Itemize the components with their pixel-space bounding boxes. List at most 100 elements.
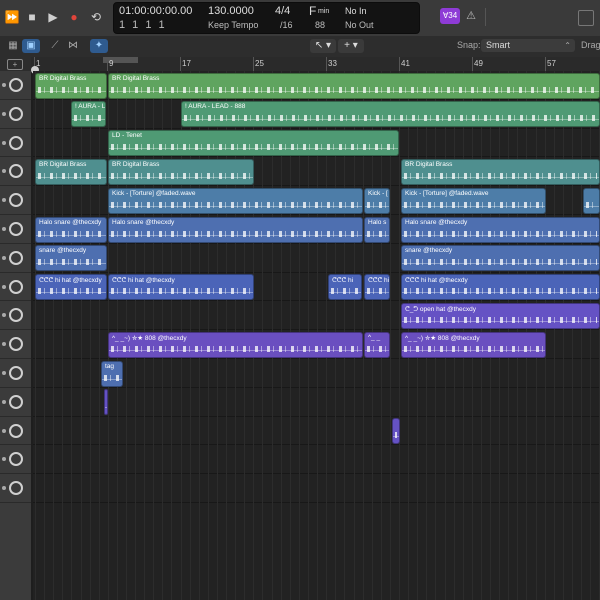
region[interactable]: ᕦ_ᕤ open hat @thecxdy xyxy=(401,302,600,329)
record-icon[interactable]: ● xyxy=(66,9,82,25)
flex-icon[interactable]: ⋈ xyxy=(64,39,82,53)
track-header[interactable] xyxy=(0,71,31,100)
bar-ruler[interactable]: 1 9 17 25 33 41 49 57 xyxy=(31,57,600,72)
volume-knob-icon[interactable] xyxy=(2,135,23,150)
region[interactable]: Halo snare @thecxdy xyxy=(35,216,107,243)
chevron-updown-icon: ⌃ xyxy=(564,41,571,50)
track-header[interactable] xyxy=(0,273,31,302)
region[interactable] xyxy=(104,389,108,416)
region-baseline xyxy=(402,205,545,207)
track-header[interactable] xyxy=(0,445,31,475)
tracks-view-icon[interactable]: ▣ xyxy=(22,39,40,53)
region[interactable]: BR Digital Brass xyxy=(108,72,600,99)
region[interactable]: snare @thecxdy xyxy=(35,245,107,272)
region-baseline xyxy=(402,349,545,351)
volume-knob-icon[interactable] xyxy=(2,366,23,380)
region-content xyxy=(404,259,597,266)
add-track-icon[interactable]: + xyxy=(7,59,23,70)
volume-knob-icon[interactable] xyxy=(2,337,23,352)
region[interactable] xyxy=(392,418,400,445)
region[interactable]: snare @thecxdy xyxy=(401,245,600,272)
region[interactable]: tag xyxy=(101,360,123,387)
region-baseline xyxy=(584,205,599,207)
region[interactable]: Halo snare @thecxdy xyxy=(401,216,600,243)
region[interactable]: ᕦᕦᕦ hi xyxy=(328,274,362,301)
volume-knob-icon[interactable] xyxy=(2,308,23,323)
region-baseline xyxy=(109,234,362,236)
region[interactable]: BR Digital Brass xyxy=(401,158,600,185)
track-header[interactable] xyxy=(0,330,31,359)
track-header[interactable] xyxy=(0,157,31,187)
ruler-marker: 25 xyxy=(255,59,264,68)
tracks-area[interactable]: BR Digital Brass BR Digital Brass ! AURA -… xyxy=(33,71,600,600)
track-header[interactable] xyxy=(0,129,31,158)
ruler-marker: 49 xyxy=(474,59,483,68)
volume-knob-icon[interactable] xyxy=(2,106,23,121)
track-header[interactable] xyxy=(0,359,31,388)
volume-knob-icon[interactable] xyxy=(2,279,23,294)
volume-knob-icon[interactable] xyxy=(2,394,23,409)
track-header[interactable] xyxy=(0,474,31,503)
track-header[interactable] xyxy=(0,215,31,244)
volume-knob-icon[interactable] xyxy=(2,193,23,208)
volume-knob-icon[interactable] xyxy=(2,250,23,265)
region-content xyxy=(404,316,597,323)
ruler-tick xyxy=(326,57,327,71)
region[interactable]: Kick - [Torture] @faded.wave xyxy=(401,187,546,214)
volume-knob-icon[interactable] xyxy=(2,452,23,467)
track-header[interactable] xyxy=(0,244,31,273)
region-name: ᕦᕦᕦ hi hat @thecxdy xyxy=(112,277,175,285)
region[interactable]: Halo snare @thecxdy xyxy=(108,216,363,243)
region[interactable]: ^_ _~) ✮★ 808 @thecxdy xyxy=(401,331,546,358)
region[interactable]: ᕦᕦᕦ hi hat @thecxdy xyxy=(401,274,600,301)
region-content xyxy=(367,345,387,352)
lcd-display[interactable]: 01:00:00:00.00 1 1 1 1 130.0000 Keep Tem… xyxy=(113,2,420,34)
region-baseline xyxy=(329,292,361,294)
volume-knob-icon[interactable] xyxy=(2,222,23,236)
snap-value: Smart xyxy=(486,40,511,50)
ruler-tick xyxy=(545,57,546,71)
cycle-icon[interactable]: ⟲ xyxy=(88,9,104,25)
region[interactable]: ᕦᕦᕦ hi xyxy=(364,274,390,301)
volume-knob-icon[interactable] xyxy=(2,164,23,179)
region[interactable]: LD - Tenet xyxy=(108,130,399,157)
play-icon[interactable]: ▶ xyxy=(45,9,61,25)
region[interactable] xyxy=(583,187,600,214)
region[interactable]: BR Digital Brass xyxy=(108,158,254,185)
catch-playhead-icon[interactable]: ✦ xyxy=(90,39,108,53)
region[interactable]: ^_ _~) ✮★ 808 @thecxdy xyxy=(108,331,363,358)
region[interactable]: ᕦᕦᕦ hi hat @thecxdy xyxy=(108,274,254,301)
region[interactable]: Kick - [ xyxy=(364,187,390,214)
volume-knob-icon[interactable] xyxy=(2,481,23,496)
region[interactable]: ᕦᕦᕦ hi hat @thecxdy xyxy=(35,274,107,301)
region[interactable]: ! AURA - LEAD - 888 xyxy=(181,101,600,128)
volume-knob-icon[interactable] xyxy=(2,423,23,438)
ruler-tick xyxy=(253,57,254,71)
region[interactable]: BR Digital Brass xyxy=(35,158,107,185)
track-header[interactable] xyxy=(0,186,31,215)
region[interactable]: Halo s xyxy=(364,216,390,243)
automation-icon[interactable]: ⟋ xyxy=(46,39,64,53)
region-content xyxy=(331,288,359,295)
window-toggle-icon[interactable] xyxy=(578,10,594,26)
track-header[interactable] xyxy=(0,388,31,417)
stop-icon[interactable]: ■ xyxy=(24,9,40,25)
fast-forward-icon[interactable]: ⏩ xyxy=(4,9,20,25)
grid-view-icon[interactable]: ▦ xyxy=(4,39,22,53)
secondary-tool-select[interactable]: + ▾ xyxy=(338,39,364,53)
region[interactable]: ^_ _ xyxy=(364,331,390,358)
track-header[interactable] xyxy=(0,301,31,331)
track-header[interactable] xyxy=(0,100,31,129)
tracks-toolbar: ▦ ▣ ⟋ ⋈ ✦ ↖ ▾ + ▾ Snap: Smart ⌃ Drag xyxy=(0,36,600,58)
pointer-tool-select[interactable]: ↖ ▾ xyxy=(310,39,336,53)
region[interactable]: Kick - [Torture] @faded.wave xyxy=(108,187,363,214)
midi-out: No Out xyxy=(345,20,374,30)
region[interactable]: BR Digital Brass xyxy=(35,72,107,99)
volume-knob-icon[interactable] xyxy=(2,78,23,92)
snap-select[interactable]: Smart ⌃ xyxy=(481,39,575,52)
track-header[interactable] xyxy=(0,417,31,446)
tuner-icon[interactable]: ⚠ xyxy=(464,8,478,24)
region-baseline xyxy=(402,176,599,178)
region[interactable]: ! AURA - L xyxy=(71,101,106,128)
count-in-badge[interactable]: ∀34 xyxy=(440,8,460,24)
